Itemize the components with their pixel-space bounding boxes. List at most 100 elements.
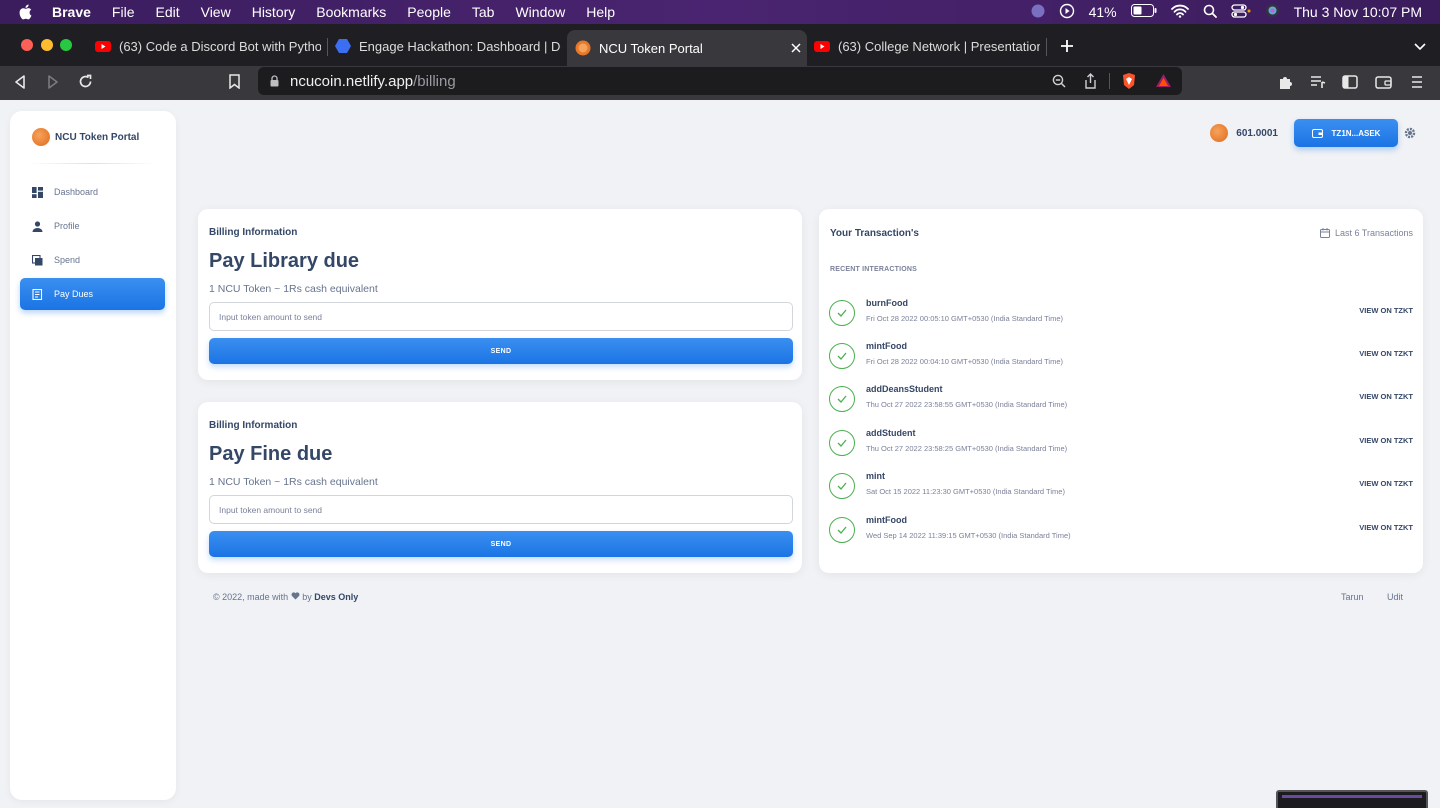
battery-icon[interactable] — [1130, 4, 1157, 20]
menu-app-name[interactable]: Brave — [52, 4, 91, 20]
control-center-icon[interactable] — [1230, 3, 1251, 21]
person-icon — [32, 220, 43, 232]
menu-hamburger-icon[interactable] — [1410, 74, 1424, 90]
menu-window[interactable]: Window — [515, 4, 565, 20]
wallet-icon — [1311, 129, 1323, 138]
tab-ncu-token-portal[interactable]: NCU Token Portal — [567, 30, 807, 66]
view-on-tzkt-link[interactable]: VIEW ON TZKT — [1359, 392, 1413, 401]
brave-shields-icon[interactable] — [1121, 72, 1137, 90]
menu-edit[interactable]: Edit — [155, 4, 179, 20]
urlbar-divider — [1109, 73, 1110, 89]
billing-card-fine: Billing Information Pay Fine due 1 NCU T… — [198, 402, 802, 573]
wallet-address: TZ1N...ASEK — [1331, 128, 1381, 138]
new-tab-plus-icon[interactable] — [1060, 39, 1074, 53]
view-on-tzkt-link[interactable]: VIEW ON TZKT — [1359, 436, 1413, 445]
transaction-row: mintFood Fri Oct 28 2022 00:04:10 GMT+05… — [829, 339, 1423, 375]
tab-college-network[interactable]: (63) College Network | Presentation — [814, 31, 1040, 61]
transaction-time: Fri Oct 28 2022 00:05:10 GMT+0530 (India… — [866, 314, 1063, 323]
tab-separator — [327, 38, 328, 56]
bookmark-icon[interactable] — [229, 74, 240, 89]
wifi-icon[interactable] — [1170, 4, 1189, 21]
coin-logo-icon — [32, 128, 50, 146]
card-title: Pay Fine due — [209, 443, 333, 465]
tab-title: NCU Token Portal — [599, 40, 703, 56]
transactions-title: Your Transaction's — [830, 228, 919, 239]
back-icon[interactable] — [14, 75, 26, 89]
tab-title: (63) College Network | Presentation — [838, 38, 1040, 54]
zoom-out-icon[interactable] — [1052, 74, 1066, 88]
transaction-time: Sat Oct 15 2022 11:23:30 GMT+0530 (India… — [866, 487, 1065, 496]
playlist-icon[interactable] — [1310, 74, 1326, 90]
sidebar-item-spend[interactable]: Spend — [20, 244, 165, 276]
reload-icon[interactable] — [78, 74, 93, 89]
menubar-clock[interactable]: Thu 3 Nov 10:07 PM — [1294, 4, 1422, 20]
menu-help[interactable]: Help — [586, 4, 615, 20]
address-bar[interactable]: ncucoin.netlify.app/billing — [258, 67, 1182, 95]
fine-amount-input[interactable] — [209, 495, 793, 524]
heart-icon — [291, 592, 300, 600]
view-on-tzkt-link[interactable]: VIEW ON TZKT — [1359, 523, 1413, 532]
play-icon[interactable] — [1059, 3, 1075, 22]
menu-bookmarks[interactable]: Bookmarks — [316, 4, 386, 20]
spotlight-search-icon[interactable] — [1203, 4, 1217, 21]
footer-team-link[interactable]: Devs Only — [314, 592, 358, 602]
send-fine-button[interactable]: SEND — [209, 531, 793, 557]
url-host: ncucoin.netlify.app — [290, 72, 414, 90]
forward-icon[interactable] — [47, 75, 59, 89]
receipt-icon — [32, 288, 43, 300]
sidebar-toggle-icon[interactable] — [1342, 74, 1358, 90]
library-amount-input[interactable] — [209, 302, 793, 331]
card-label: Billing Information — [209, 420, 298, 431]
balance-value: 601.0001 — [1236, 127, 1278, 139]
extensions-puzzle-icon[interactable] — [1278, 74, 1294, 90]
url-text[interactable]: ncucoin.netlify.app/billing — [290, 73, 456, 90]
tab-discord-bot[interactable]: (63) Code a Discord Bot with Pytho — [95, 31, 321, 61]
view-on-tzkt-link[interactable]: VIEW ON TZKT — [1359, 479, 1413, 488]
transaction-row: addStudent Thu Oct 27 2022 23:58:25 GMT+… — [829, 426, 1423, 462]
settings-gear-icon[interactable] — [1404, 127, 1416, 139]
screen-recording-thumbnail[interactable] — [1276, 790, 1428, 808]
footer-link-udit[interactable]: Udit — [1387, 592, 1403, 602]
success-check-icon — [829, 517, 855, 543]
share-icon[interactable] — [1084, 73, 1097, 89]
apple-icon[interactable] — [18, 4, 32, 20]
siri-icon[interactable] — [1265, 3, 1280, 21]
brand-name: NCU Token Portal — [55, 131, 140, 143]
transaction-row: addDeansStudent Thu Oct 27 2022 23:58:55… — [829, 382, 1423, 418]
transaction-time: Fri Oct 28 2022 00:04:10 GMT+0530 (India… — [866, 357, 1063, 366]
card-label: Billing Information — [209, 227, 298, 238]
view-on-tzkt-link[interactable]: VIEW ON TZKT — [1359, 349, 1413, 358]
sidebar-brand[interactable]: NCU Token Portal — [32, 128, 139, 146]
spend-icon — [32, 254, 43, 265]
brand-divider — [26, 163, 160, 164]
menu-view[interactable]: View — [201, 4, 231, 20]
wallet-address-button[interactable]: TZ1N...ASEK — [1294, 119, 1398, 147]
menu-history[interactable]: History — [252, 4, 296, 20]
url-path: /billing — [413, 72, 456, 90]
transaction-name: mint — [866, 471, 885, 481]
sidebar-item-profile[interactable]: Profile — [20, 210, 165, 242]
footer-link-tarun[interactable]: Tarun — [1341, 592, 1364, 602]
siri-orb-icon[interactable] — [1031, 4, 1045, 21]
send-library-button[interactable]: SEND — [209, 338, 793, 364]
lock-icon[interactable] — [270, 75, 279, 87]
window-minimize-button[interactable] — [41, 39, 53, 51]
menu-tab[interactable]: Tab — [472, 4, 495, 20]
window-maximize-button[interactable] — [60, 39, 72, 51]
crypto-wallet-icon[interactable] — [1375, 74, 1392, 90]
tab-engage-hackathon[interactable]: Engage Hackathon: Dashboard | De — [335, 31, 561, 61]
sidebar-item-label: Dashboard — [54, 187, 99, 197]
transaction-row: mint Sat Oct 15 2022 11:23:30 GMT+0530 (… — [829, 469, 1423, 505]
sidebar-item-dashboard[interactable]: Dashboard — [20, 176, 165, 208]
battery-percent: 41% — [1088, 4, 1117, 20]
sidebar: NCU Token Portal Dashboard Profile Spend… — [10, 111, 176, 800]
menu-people[interactable]: People — [407, 4, 451, 20]
window-close-button[interactable] — [21, 39, 33, 51]
view-on-tzkt-link[interactable]: VIEW ON TZKT — [1359, 306, 1413, 315]
tab-list-chevron-icon[interactable] — [1414, 43, 1426, 51]
brave-rewards-icon[interactable] — [1155, 73, 1172, 88]
menu-file[interactable]: File — [112, 4, 135, 20]
coin-icon — [575, 40, 591, 56]
sidebar-item-pay-dues[interactable]: Pay Dues — [20, 278, 165, 310]
tab-close-icon[interactable] — [791, 43, 801, 53]
